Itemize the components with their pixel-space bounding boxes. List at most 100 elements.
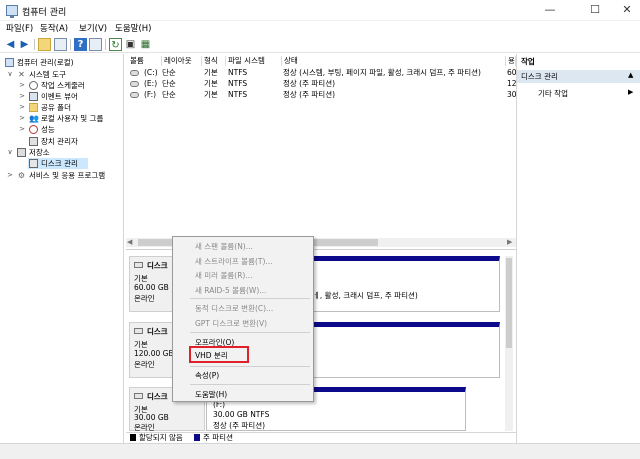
cell-filesystem: NTFS: [228, 68, 248, 77]
menu-separator: [190, 332, 310, 333]
menu-new-raid5-volume[interactable]: 새 RAID-5 볼륨(W)...: [195, 285, 266, 296]
scroll-right-icon[interactable]: ▶: [507, 238, 512, 246]
disk-icon: [134, 328, 143, 334]
legend-unallocated: 할당되지 않음: [139, 433, 183, 442]
cell-status: 정상 (시스템, 부팅, 페이지 파일, 활성, 크래시 덤프, 주 파티션): [283, 68, 481, 77]
disk-icon: [134, 393, 143, 399]
disk-icon[interactable]: ▦: [139, 38, 152, 51]
event-viewer-icon: [29, 92, 38, 101]
tree-item-system-tools[interactable]: ∨ ✕ 시스템 도구: [0, 69, 124, 80]
column-header-type[interactable]: 형식: [202, 56, 226, 66]
scroll-left-icon[interactable]: ◀: [127, 238, 132, 246]
collapse-up-icon[interactable]: ▲: [628, 71, 633, 79]
toolbar-separator: [105, 39, 106, 50]
toolbar-separator: [34, 39, 35, 50]
cell-layout: 단순: [162, 79, 176, 88]
expand-icon[interactable]: >: [18, 124, 26, 135]
menu-action[interactable]: 동작(A): [40, 22, 68, 34]
submenu-arrow-icon: ▶: [628, 88, 634, 96]
column-header-capacity[interactable]: 용: [506, 56, 516, 66]
performance-icon: [29, 125, 38, 134]
expand-icon[interactable]: >: [18, 91, 26, 102]
column-header-filesystem[interactable]: 파일 시스템: [226, 56, 282, 66]
computer-management-icon: [6, 5, 18, 18]
more-actions-link[interactable]: 기타 작업: [538, 88, 568, 99]
action-pane-icon[interactable]: [89, 38, 102, 51]
services-icon: ⚙: [17, 171, 26, 180]
menu-help[interactable]: 도움말(H): [115, 22, 151, 34]
disk-management-icon: [29, 159, 38, 168]
cell-capacity: 12: [507, 79, 516, 88]
legend: [126, 432, 516, 443]
collapse-icon[interactable]: ∨: [6, 147, 14, 158]
tree-item-root[interactable]: 컴퓨터 관리(로컬): [0, 57, 124, 68]
cell-type: 기본: [204, 68, 218, 77]
menu-help-item[interactable]: 도움말(H): [195, 389, 227, 400]
tree-label: 공유 폴더: [41, 103, 71, 112]
menu-properties[interactable]: 속성(P): [195, 370, 219, 381]
table-row[interactable]: (E:) 단순 기본 NTFS 정상 (주 파티션) 12: [128, 79, 516, 90]
tree-item-local-users[interactable]: > 👥 로컬 사용자 및 그룹: [0, 113, 124, 124]
tree-item-performance[interactable]: > 성능: [0, 124, 124, 135]
cell-filesystem: NTFS: [228, 90, 248, 99]
cell-status: 정상 (주 파티션): [283, 90, 336, 99]
tree-label: 장치 관리자: [41, 137, 78, 146]
table-row[interactable]: (F:) 단순 기본 NTFS 정상 (주 파티션) 30: [128, 90, 516, 101]
maximize-button[interactable]: ☐: [577, 0, 613, 20]
volume-icon: [130, 92, 139, 98]
expand-icon[interactable]: >: [18, 80, 26, 91]
partition-status: 정상 (주 파티션): [213, 421, 266, 430]
expand-icon[interactable]: >: [18, 102, 26, 113]
expand-icon[interactable]: >: [6, 170, 14, 181]
disk-state: 온라인: [134, 360, 155, 369]
tree-label: 로컬 사용자 및 그룹: [41, 114, 104, 123]
menu-new-striped-volume[interactable]: 새 스트라이프 볼륨(T)...: [195, 256, 273, 267]
menu-separator: [190, 384, 310, 385]
minimize-button[interactable]: —: [532, 0, 568, 20]
tree-item-event-viewer[interactable]: > 이벤트 뷰어: [0, 91, 124, 102]
cell-filesystem: NTFS: [228, 79, 248, 88]
help-icon[interactable]: ?: [74, 38, 87, 51]
tree-label: 시스템 도구: [29, 70, 66, 79]
expand-icon[interactable]: >: [18, 113, 26, 124]
table-row[interactable]: (C:) 단순 기본 NTFS 정상 (시스템, 부팅, 페이지 파일, 활성,…: [128, 68, 516, 79]
clock-icon: [29, 81, 38, 90]
tree-item-disk-management[interactable]: 디스크 관리: [28, 158, 88, 169]
show-tree-icon[interactable]: [54, 38, 67, 51]
menu-new-mirrored-volume[interactable]: 새 미러 볼륨(R)...: [195, 270, 252, 281]
vertical-scroll-thumb[interactable]: [506, 258, 512, 348]
menu-view[interactable]: 보기(V): [79, 22, 107, 34]
close-button[interactable]: ✕: [614, 0, 640, 20]
menu-file[interactable]: 파일(F): [6, 22, 33, 34]
volume-icon: [130, 70, 139, 76]
back-icon[interactable]: ◀: [4, 38, 17, 51]
menu-new-spanned-volume[interactable]: 새 스팬 볼륨(N)...: [195, 241, 253, 252]
column-header-status[interactable]: 상태: [282, 56, 506, 66]
menu-convert-gpt[interactable]: GPT 디스크로 변환(V): [195, 318, 267, 329]
refresh-icon[interactable]: ↻: [109, 38, 122, 51]
actions-header: 작업: [521, 57, 535, 66]
disk-name: 디스크: [147, 261, 168, 270]
unallocated-swatch: [130, 434, 136, 441]
forward-icon[interactable]: ▶: [18, 38, 31, 51]
tree-item-services[interactable]: > ⚙ 서비스 및 응용 프로그램: [0, 170, 124, 181]
column-header-layout[interactable]: 레이아웃: [162, 56, 202, 66]
tree-item-device-manager[interactable]: 장치 관리자: [0, 136, 124, 147]
storage-icon: [17, 148, 26, 157]
collapse-icon[interactable]: ∨: [6, 69, 14, 80]
device-manager-icon: [29, 137, 38, 146]
tree-item-storage[interactable]: ∨ 저장소: [0, 147, 124, 158]
disk-size: 30.00 GB: [134, 413, 169, 422]
column-header-volume[interactable]: 볼륨: [128, 56, 162, 66]
toolbar-separator: [70, 39, 71, 50]
menu-convert-dynamic[interactable]: 동적 디스크로 변환(C)...: [195, 303, 273, 314]
tree-item-shared-folders[interactable]: > 공유 폴더: [0, 102, 124, 113]
up-folder-icon[interactable]: [38, 38, 51, 51]
disk-name: 디스크: [147, 327, 168, 336]
properties-icon[interactable]: ▣: [124, 38, 137, 51]
volume-icon: [130, 81, 139, 87]
highlight-box: [189, 346, 249, 363]
actions-group-disk-management[interactable]: 디스크 관리: [517, 70, 640, 83]
tree-item-task-scheduler[interactable]: > 작업 스케줄러: [0, 80, 124, 91]
disk-name: 디스크: [147, 392, 168, 401]
